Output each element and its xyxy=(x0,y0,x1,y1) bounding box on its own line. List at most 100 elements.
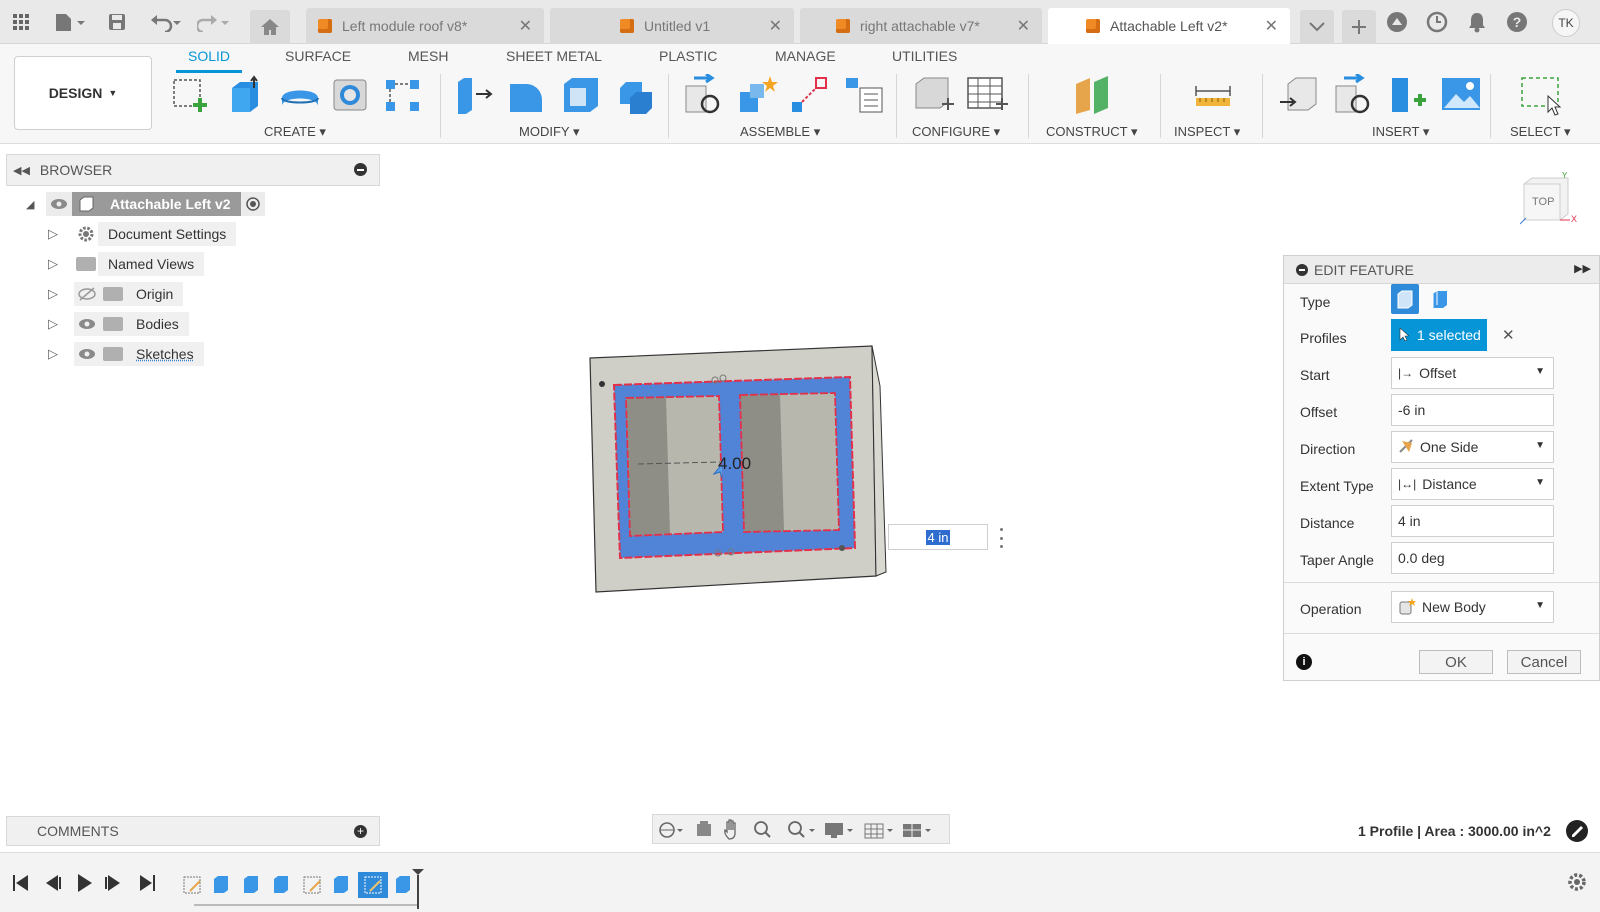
profiles-selection-button[interactable]: 1 selected xyxy=(1391,319,1487,351)
configure-part-icon[interactable] xyxy=(912,74,952,114)
insert-mcmaster-icon[interactable] xyxy=(1386,74,1426,114)
collapse-panel-icon[interactable]: ◀◀ xyxy=(13,164,30,177)
tab-untitled[interactable]: Untitled v1 ✕ xyxy=(550,8,794,44)
chevron-down-icon[interactable] xyxy=(1300,10,1334,44)
modify-group-label[interactable]: MODIFY ▾ xyxy=(519,124,579,140)
tab-mesh[interactable]: MESH xyxy=(408,48,448,64)
press-pull-icon[interactable] xyxy=(452,74,492,114)
select-group-label[interactable]: SELECT ▾ xyxy=(1510,124,1570,140)
browser-item-bodies[interactable]: ▷ Bodies xyxy=(48,311,189,337)
tab-plastic[interactable]: PLASTIC xyxy=(659,48,717,64)
ok-button[interactable]: OK xyxy=(1419,650,1493,674)
timeline-active-sketch-icon[interactable] xyxy=(358,872,388,898)
timeline-extrude-icon[interactable] xyxy=(396,876,410,893)
configuration-table-icon[interactable] xyxy=(966,74,1006,114)
distance-input[interactable]: 4 in xyxy=(1391,505,1554,537)
visibility-eye-icon[interactable] xyxy=(74,312,100,336)
help-icon[interactable]: ? xyxy=(1504,10,1530,34)
close-icon[interactable]: ✕ xyxy=(1265,16,1278,36)
look-at-icon[interactable] xyxy=(697,821,711,836)
expand-triangle-icon[interactable]: ▷ xyxy=(48,346,62,362)
go-to-start-icon[interactable] xyxy=(14,875,28,891)
insert-linked-icon[interactable] xyxy=(1332,74,1372,114)
browser-root-row[interactable]: ◢ Attachable Left v2 xyxy=(26,191,265,217)
select-box-icon[interactable] xyxy=(1520,74,1560,114)
workspace-switcher[interactable]: DESIGN ▼ xyxy=(14,56,152,130)
new-tab-icon[interactable] xyxy=(1342,10,1376,44)
tab-utilities[interactable]: UTILITIES xyxy=(892,48,957,64)
browser-item-named-views[interactable]: ▷ Named Views xyxy=(48,251,204,277)
extrude-type-thin-icon[interactable] xyxy=(1426,284,1454,314)
tab-manage[interactable]: MANAGE xyxy=(775,48,836,64)
visibility-eye-icon[interactable] xyxy=(46,192,72,216)
tab-surface[interactable]: SURFACE xyxy=(285,48,351,64)
new-component-icon[interactable] xyxy=(682,74,722,114)
hidden-eye-icon[interactable] xyxy=(74,282,100,306)
notifications-bell-icon[interactable] xyxy=(1464,10,1490,34)
info-icon[interactable]: i xyxy=(1296,654,1312,670)
zoom-icon[interactable] xyxy=(755,822,770,837)
create-sketch-icon[interactable] xyxy=(170,74,210,114)
minimize-panel-icon[interactable] xyxy=(354,163,367,176)
direction-select[interactable]: One Side ▼ xyxy=(1391,431,1554,463)
display-settings-icon[interactable] xyxy=(825,823,853,838)
distance-manipulator-input[interactable]: 4 in xyxy=(888,524,988,550)
cancel-button[interactable]: Cancel xyxy=(1507,650,1581,674)
step-back-icon[interactable] xyxy=(46,875,60,891)
taper-angle-input[interactable]: 0.0 deg xyxy=(1391,542,1554,574)
create-group-label[interactable]: CREATE ▾ xyxy=(264,124,326,140)
add-comment-icon[interactable]: + xyxy=(354,825,367,838)
measure-icon[interactable] xyxy=(1192,74,1232,114)
tab-sheet-metal[interactable]: SHEET METAL xyxy=(506,48,602,64)
extensions-icon[interactable] xyxy=(1384,10,1410,34)
as-built-joint-icon[interactable] xyxy=(790,74,830,114)
extrude-type-solid-icon[interactable] xyxy=(1391,284,1419,314)
construct-group-label[interactable]: CONSTRUCT ▾ xyxy=(1046,124,1138,140)
joint-icon[interactable] xyxy=(736,74,776,114)
extent-type-select[interactable]: |↔| Distance ▼ xyxy=(1391,468,1554,500)
user-avatar[interactable]: TK xyxy=(1552,9,1580,37)
timeline-extrude-icon[interactable] xyxy=(274,876,288,893)
grid-settings-icon[interactable] xyxy=(865,824,893,838)
orbit-icon[interactable] xyxy=(660,823,683,837)
clear-selection-icon[interactable]: ✕ xyxy=(1502,326,1515,344)
configure-group-label[interactable]: CONFIGURE ▾ xyxy=(912,124,1000,140)
timeline-extrude-icon[interactable] xyxy=(334,876,348,893)
browser-panel-header[interactable]: ◀◀ BROWSER xyxy=(6,154,380,186)
minimize-dialog-icon[interactable] xyxy=(1296,264,1308,276)
close-icon[interactable]: ✕ xyxy=(1017,16,1030,36)
inspect-group-label[interactable]: INSPECT ▾ xyxy=(1174,124,1240,140)
redo-icon[interactable] xyxy=(196,10,232,34)
viewports-icon[interactable] xyxy=(903,824,931,837)
revolve-icon[interactable] xyxy=(278,74,318,114)
rigid-group-icon[interactable] xyxy=(842,74,882,114)
tab-right-attachable[interactable]: right attachable v7* ✕ xyxy=(800,8,1042,44)
expand-dialog-icon[interactable]: ▶▶ xyxy=(1574,262,1591,275)
offset-plane-icon[interactable] xyxy=(1072,74,1112,114)
timeline-marker[interactable] xyxy=(412,869,424,909)
pan-hand-icon[interactable] xyxy=(725,820,735,839)
go-to-end-icon[interactable] xyxy=(140,875,154,891)
extrude-icon[interactable] xyxy=(224,74,264,114)
home-icon[interactable] xyxy=(250,10,290,44)
fillet-icon[interactable] xyxy=(506,74,546,114)
insert-derive-icon[interactable] xyxy=(1278,74,1318,114)
tab-solid[interactable]: SOLID xyxy=(188,48,230,64)
browser-item-document-settings[interactable]: ▷ Document Settings xyxy=(48,221,236,247)
shell-icon[interactable] xyxy=(560,74,600,114)
tab-left-module-roof[interactable]: Left module roof v8* ✕ xyxy=(306,8,544,44)
timeline-extrude-icon[interactable] xyxy=(244,876,258,893)
fit-zoom-icon[interactable] xyxy=(789,822,815,837)
start-select[interactable]: |→ Offset ▼ xyxy=(1391,357,1554,389)
play-icon[interactable] xyxy=(78,874,92,892)
activate-radio-icon[interactable] xyxy=(241,192,265,216)
timeline-extrude-icon[interactable] xyxy=(214,876,228,893)
expand-triangle-icon[interactable]: ▷ xyxy=(48,286,62,302)
undo-icon[interactable] xyxy=(148,10,184,34)
visibility-eye-icon[interactable] xyxy=(74,342,100,366)
offset-input[interactable]: -6 in xyxy=(1391,394,1554,426)
combine-icon[interactable] xyxy=(614,74,654,114)
file-menu-icon[interactable] xyxy=(52,10,86,34)
step-forward-icon[interactable] xyxy=(106,875,120,891)
apps-grid-icon[interactable] xyxy=(10,10,32,34)
